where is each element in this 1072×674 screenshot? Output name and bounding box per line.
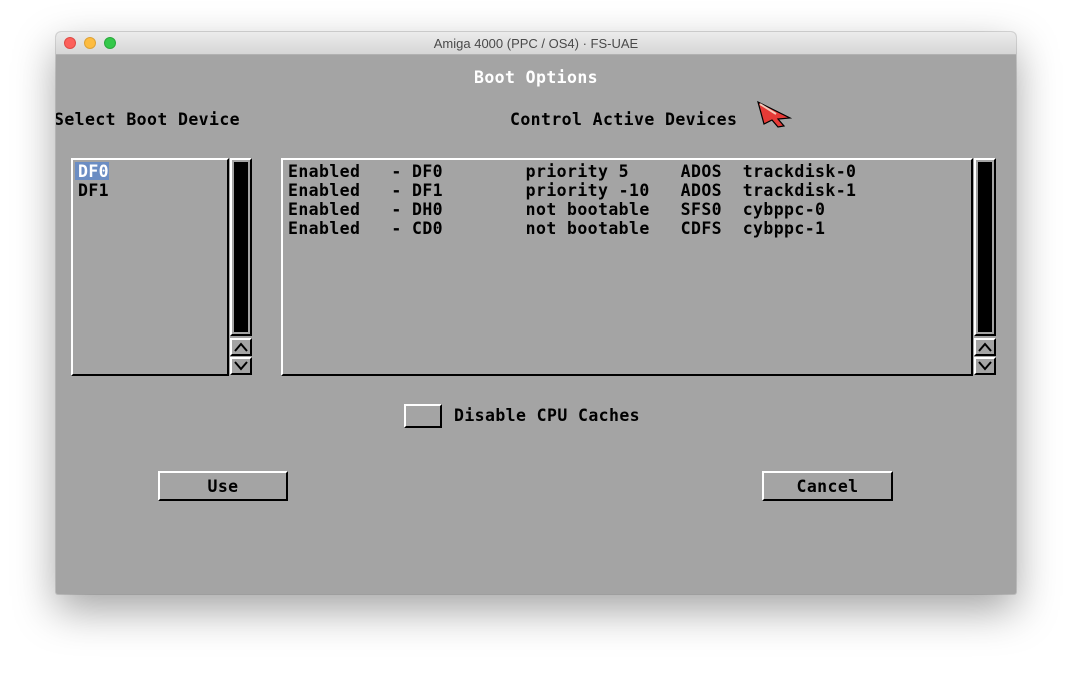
use-button[interactable]: Use <box>158 471 288 501</box>
emulator-window: Amiga 4000 (PPC / OS4) · FS-UAE Boot Opt… <box>56 32 1016 594</box>
boot-options-screen: Boot Options Select Boot Device Control … <box>56 54 1016 594</box>
cancel-button[interactable]: Cancel <box>762 471 893 501</box>
list-item[interactable]: DF0 <box>75 162 110 181</box>
scroll-track[interactable] <box>230 158 252 336</box>
list-item[interactable]: Enabled - DF0 priority 5 ADOS trackdisk-… <box>285 162 856 181</box>
requester-title: Boot Options <box>473 68 598 87</box>
list-item[interactable]: Enabled - DH0 not bootable SFS0 cybppc-0 <box>285 200 825 219</box>
scroll-knob[interactable] <box>234 162 248 332</box>
scroll-track[interactable] <box>974 158 996 336</box>
list-item[interactable]: Enabled - CD0 not bootable CDFS cybppc-1 <box>285 219 825 238</box>
scroll-down-arrow-icon[interactable] <box>974 357 996 375</box>
title-bar[interactable]: Amiga 4000 (PPC / OS4) · FS-UAE <box>56 32 1016 55</box>
boot-device-heading: Select Boot Device <box>56 110 241 129</box>
window-title: Amiga 4000 (PPC / OS4) · FS-UAE <box>433 36 639 51</box>
disable-cpu-caches-label: Disable CPU Caches <box>454 406 641 425</box>
mouse-pointer-icon <box>757 100 793 128</box>
scroll-knob[interactable] <box>978 162 992 332</box>
scroll-up-arrow-icon[interactable] <box>974 338 996 356</box>
active-devices-heading: Control Active Devices <box>510 110 738 129</box>
scroll-up-arrow-icon[interactable] <box>230 338 252 356</box>
boot-device-list[interactable]: DF0 DF1 <box>71 158 229 376</box>
boot-device-scrollbar[interactable] <box>230 158 252 376</box>
list-item[interactable]: DF1 <box>75 181 109 200</box>
active-device-list[interactable]: Enabled - DF0 priority 5 ADOS trackdisk-… <box>281 158 973 376</box>
disable-cpu-caches-checkbox[interactable] <box>404 404 442 428</box>
list-item[interactable]: Enabled - DF1 priority -10 ADOS trackdis… <box>285 181 856 200</box>
scroll-down-arrow-icon[interactable] <box>230 357 252 375</box>
active-device-scrollbar[interactable] <box>974 158 996 376</box>
